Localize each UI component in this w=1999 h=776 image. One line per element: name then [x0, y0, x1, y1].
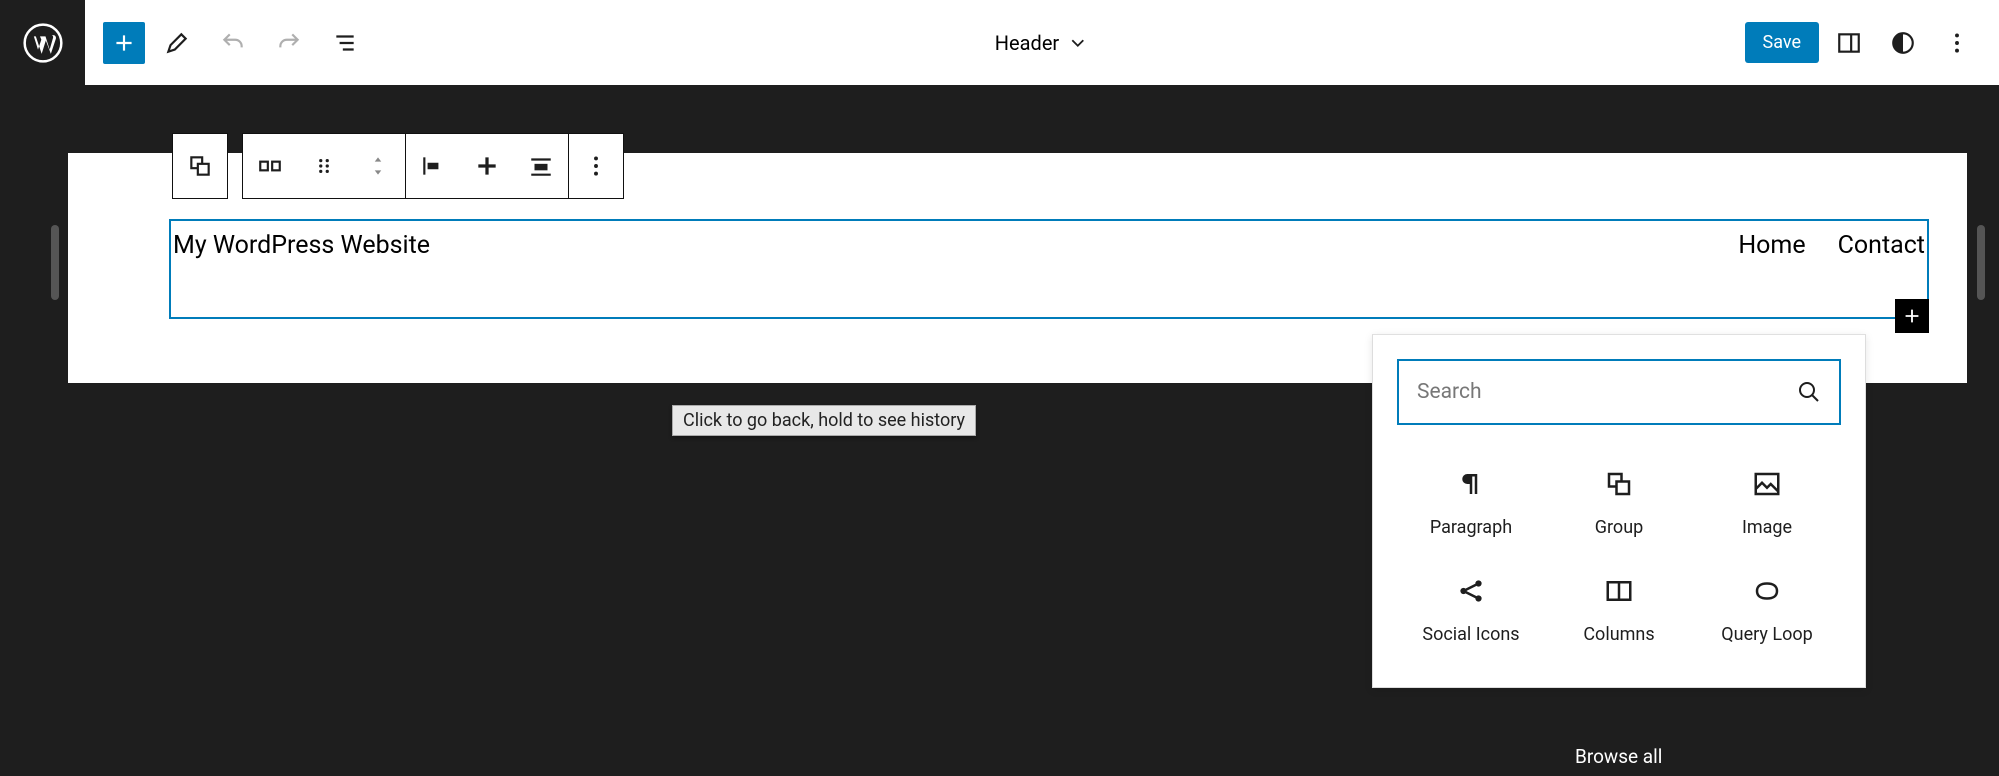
- block-group[interactable]: Group: [1545, 459, 1693, 556]
- save-button[interactable]: Save: [1745, 22, 1820, 63]
- block-columns[interactable]: Columns: [1545, 566, 1693, 663]
- move-block-button[interactable]: [351, 134, 405, 198]
- more-vertical-icon: [1944, 30, 1970, 56]
- block-social-icons[interactable]: Social Icons: [1397, 566, 1545, 663]
- add-block-inline-button[interactable]: [1895, 299, 1929, 333]
- search-icon: [1797, 380, 1821, 404]
- drag-icon: [311, 153, 337, 179]
- block-image[interactable]: Image: [1693, 459, 1841, 556]
- chevron-down-icon: [1067, 32, 1089, 54]
- undo-button[interactable]: [209, 19, 257, 67]
- back-button-tooltip: Click to go back, hold to see history: [672, 405, 976, 436]
- more-options-button[interactable]: [1933, 19, 1981, 67]
- share-icon: [1456, 576, 1486, 606]
- block-toolbar: [172, 133, 624, 199]
- nav-link-home[interactable]: Home: [1738, 231, 1805, 260]
- styles-icon: [1890, 30, 1916, 56]
- topbar-right-tools: Save: [1745, 19, 1982, 67]
- navigation-block[interactable]: Home Contact: [1738, 231, 1925, 260]
- paragraph-icon: [1456, 469, 1486, 499]
- resize-handle-right[interactable]: [1977, 225, 1985, 300]
- image-icon: [1752, 469, 1782, 499]
- justify-icon: [420, 153, 446, 179]
- tools-button[interactable]: [153, 19, 201, 67]
- search-input[interactable]: [1417, 380, 1797, 404]
- resize-handle-left[interactable]: [51, 225, 59, 300]
- width-icon: [528, 153, 554, 179]
- inserter-search-field[interactable]: [1397, 359, 1841, 425]
- block-inserter-popover: Paragraph Group Image Social Icons Colum…: [1372, 334, 1866, 688]
- settings-sidebar-toggle[interactable]: [1825, 19, 1873, 67]
- template-selector[interactable]: Header: [995, 31, 1089, 55]
- row-layout-button[interactable]: [243, 134, 297, 198]
- site-title-block[interactable]: My WordPress Website: [173, 231, 430, 260]
- header-row-block[interactable]: My WordPress Website Home Contact: [169, 219, 1929, 319]
- sidebar-icon: [1836, 30, 1862, 56]
- block-query-loop[interactable]: Query Loop: [1693, 566, 1841, 663]
- plus-icon: [1901, 305, 1923, 327]
- redo-button[interactable]: [265, 19, 313, 67]
- list-view-icon: [332, 30, 358, 56]
- editor-topbar: Header Save: [85, 0, 1999, 85]
- undo-icon: [220, 30, 246, 56]
- group-icon: [1604, 469, 1634, 499]
- redo-icon: [276, 30, 302, 56]
- block-paragraph[interactable]: Paragraph: [1397, 459, 1545, 556]
- columns-icon: [1604, 576, 1634, 606]
- row-icon: [257, 153, 283, 179]
- nav-link-contact[interactable]: Contact: [1838, 231, 1925, 260]
- inserter-blocks-grid: Paragraph Group Image Social Icons Colum…: [1397, 459, 1841, 663]
- styles-button[interactable]: [1879, 19, 1927, 67]
- block-options-button[interactable]: [569, 134, 623, 198]
- align-icon: [474, 153, 500, 179]
- query-loop-icon: [1752, 576, 1782, 606]
- wordpress-icon: [23, 23, 63, 63]
- group-icon: [187, 153, 213, 179]
- justify-button[interactable]: [406, 134, 460, 198]
- move-icon: [365, 153, 391, 179]
- plus-icon: [111, 30, 137, 56]
- browse-all-button[interactable]: Browse all: [1575, 745, 1662, 768]
- more-vertical-icon: [583, 153, 609, 179]
- drag-handle[interactable]: [297, 134, 351, 198]
- list-view-button[interactable]: [321, 19, 369, 67]
- wp-logo-button[interactable]: [0, 0, 85, 85]
- block-inserter-toggle[interactable]: [103, 22, 145, 64]
- pencil-icon: [164, 30, 190, 56]
- width-button[interactable]: [514, 134, 568, 198]
- align-button[interactable]: [460, 134, 514, 198]
- template-label: Header: [995, 31, 1059, 55]
- topbar-left-tools: [103, 19, 369, 67]
- block-type-button[interactable]: [173, 134, 227, 198]
